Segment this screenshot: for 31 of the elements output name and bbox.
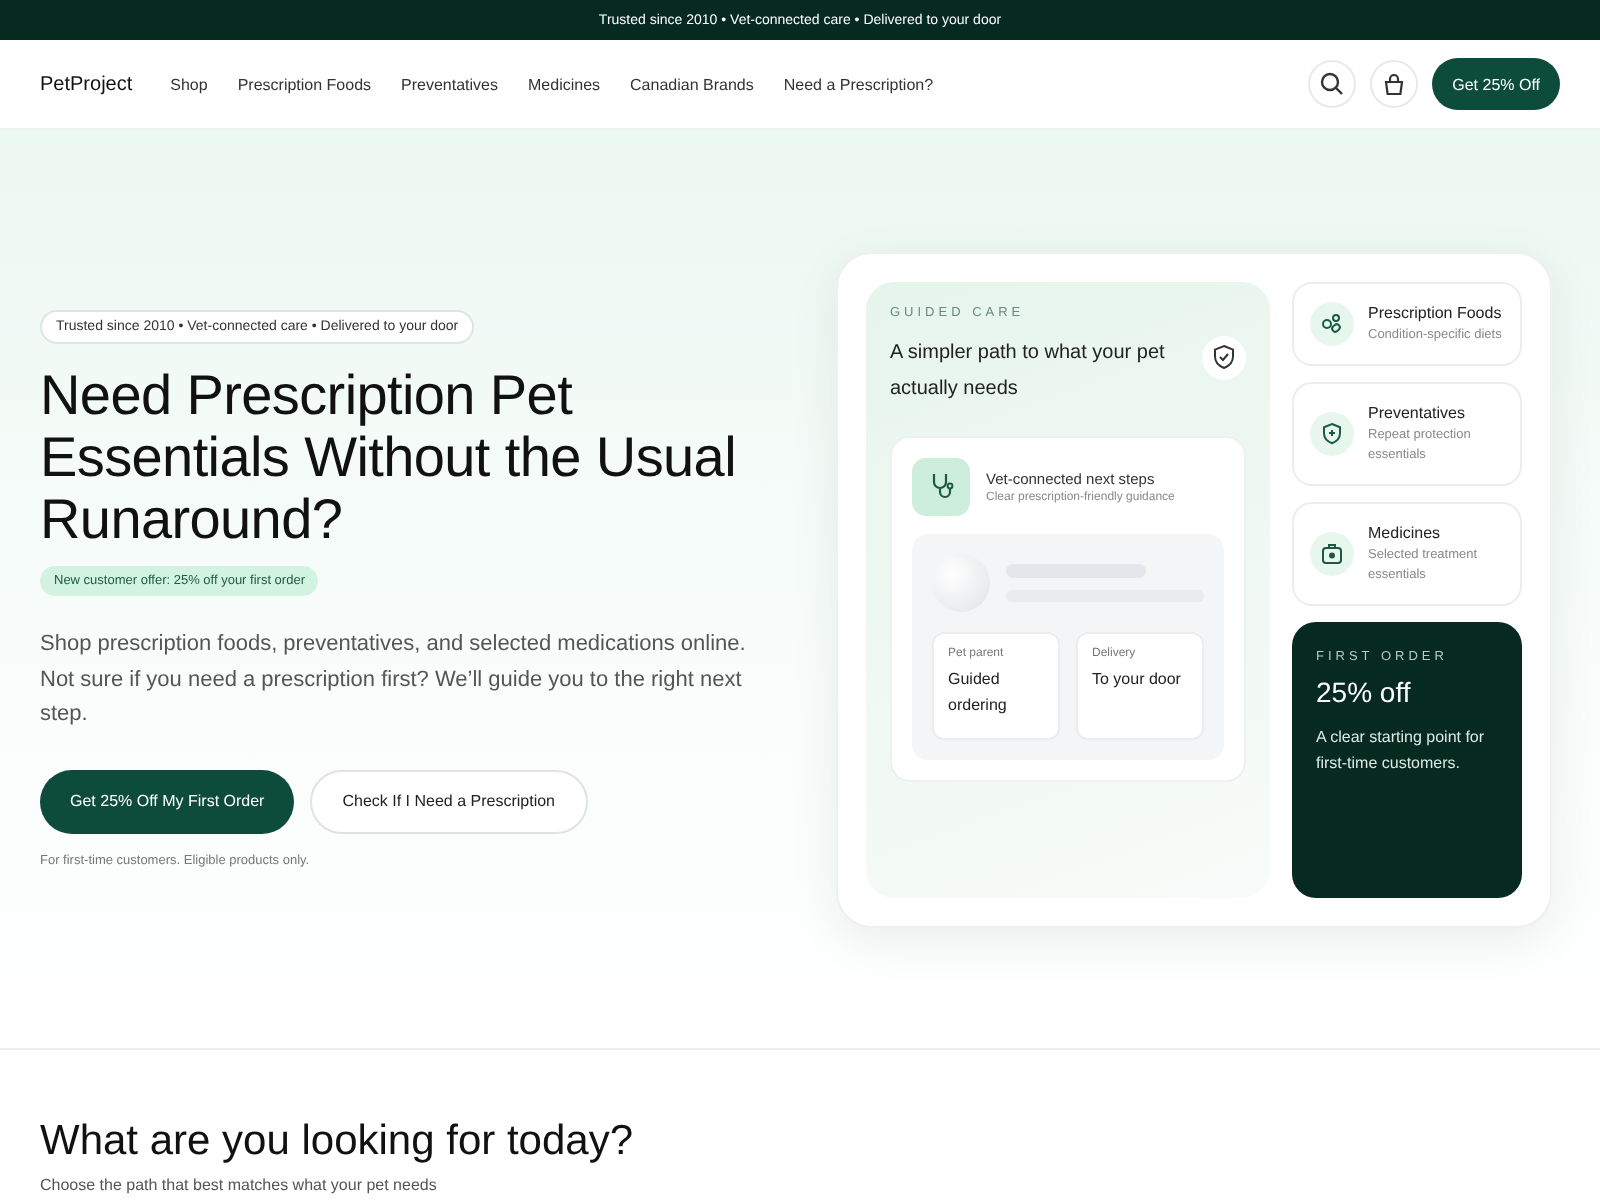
pills-icon xyxy=(1310,301,1354,345)
discount-button[interactable]: Get 25% Off xyxy=(1432,58,1560,110)
search-button[interactable] xyxy=(1308,60,1357,108)
hero-description: Shop prescription foods, preventatives, and selected medications online. Not sure if you need a prescription first? We’ll guide you to the right next step. xyxy=(40,630,748,731)
offer-text: A clear starting point for first-time customers. xyxy=(1316,725,1487,775)
nav-link[interactable]: Medicines xyxy=(528,75,601,93)
search-icon xyxy=(1320,72,1345,96)
bag-icon xyxy=(1382,72,1407,96)
discount-button[interactable]: Get 25% Off My First Order xyxy=(40,769,295,834)
hero-title: Need Prescription Pet Essentials Without the Usual Runaround? xyxy=(40,364,738,551)
nav-link[interactable]: Prescription Foods xyxy=(237,75,372,93)
nav-link[interactable]: Shop xyxy=(170,75,208,93)
shield-icon xyxy=(1310,411,1354,455)
nav-link[interactable]: Canadian Brands xyxy=(630,75,754,93)
nav-link[interactable]: Preventatives xyxy=(401,75,498,93)
nav-link[interactable]: Need a Prescription? xyxy=(783,75,934,93)
logo[interactable]: PetProject xyxy=(40,73,133,95)
category-title: Preventatives xyxy=(1368,401,1467,425)
card-title: A simpler path to what your pet actually needs xyxy=(890,339,1167,403)
bag-button[interactable] xyxy=(1370,60,1419,108)
category-title: Prescription Foods xyxy=(1368,301,1502,325)
prescription-check-button[interactable]: Check If I Need a Prescription xyxy=(310,769,587,834)
offer-title: 25% off xyxy=(1316,675,1413,707)
medical-kit-icon xyxy=(1310,531,1354,575)
tile-value: Guided ordering xyxy=(948,667,1009,717)
stethoscope-icon xyxy=(912,457,970,515)
section-title: What are you looking for today? xyxy=(40,1118,636,1166)
category-title: Medicines xyxy=(1368,521,1443,545)
section-subtitle: Choose the path that best matches what your pet needs xyxy=(40,1176,439,1194)
shield-icon xyxy=(1202,335,1246,379)
tile-value: To your door xyxy=(1092,667,1183,691)
